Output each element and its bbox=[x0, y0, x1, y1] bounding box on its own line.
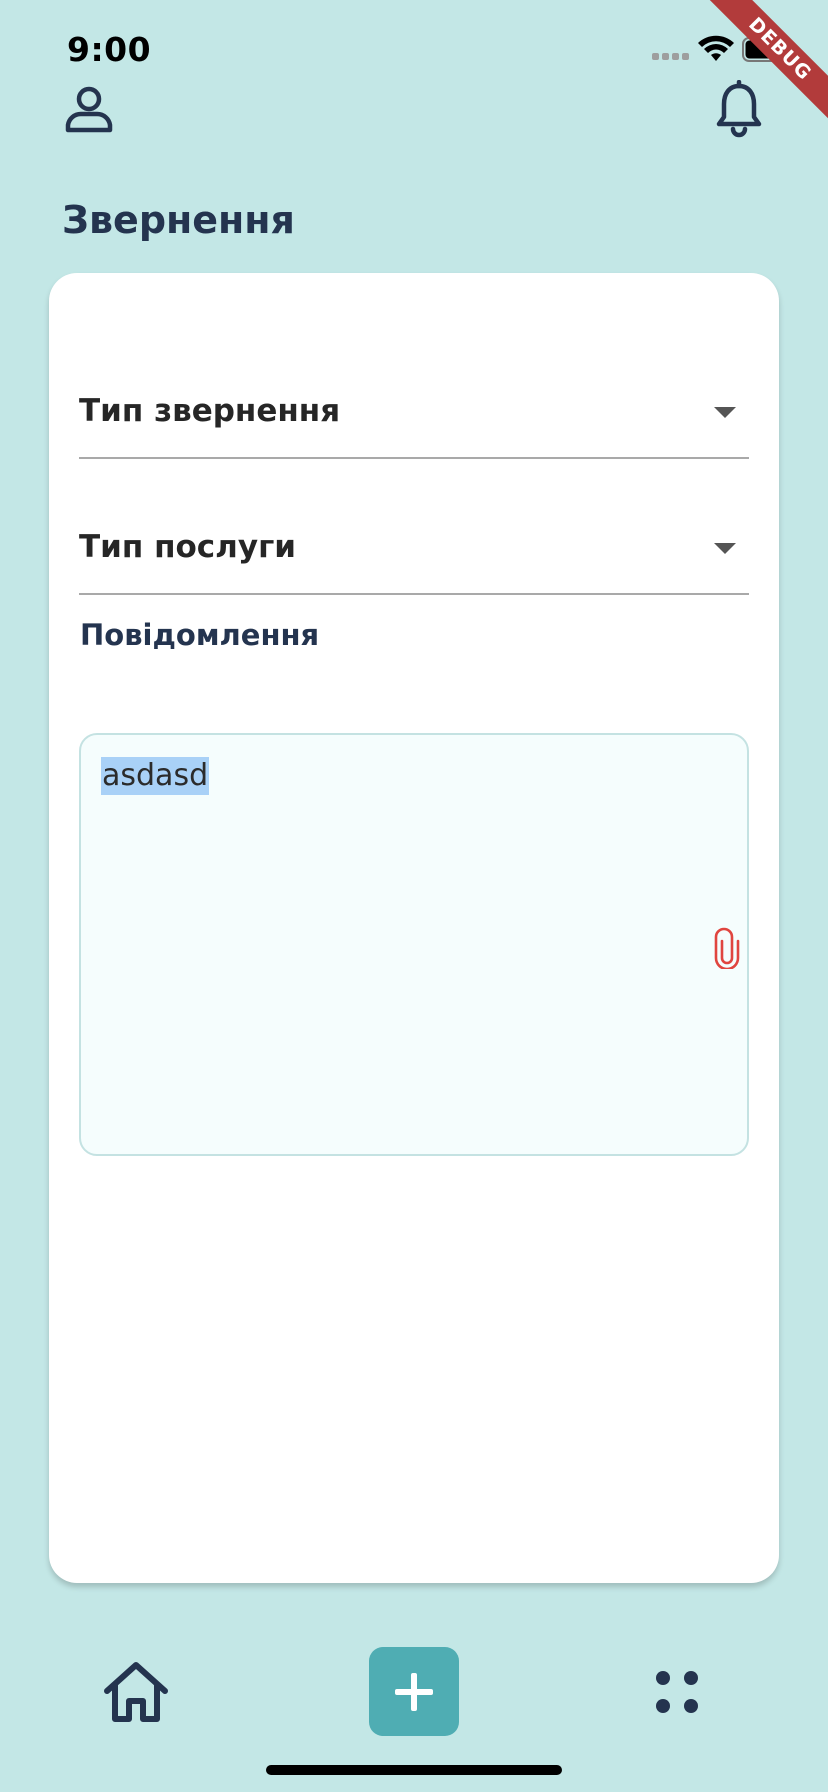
chevron-down-icon bbox=[714, 407, 736, 418]
message-label: Повідомлення bbox=[80, 618, 320, 652]
add-request-button[interactable] bbox=[369, 1647, 459, 1736]
chevron-down-icon bbox=[714, 543, 736, 554]
service-type-dropdown[interactable]: Тип послуги bbox=[79, 469, 749, 595]
request-type-dropdown[interactable]: Тип звернення bbox=[79, 333, 749, 459]
request-type-label: Тип звернення bbox=[79, 393, 341, 429]
request-form-card: Тип звернення Тип послуги Повідомлення a… bbox=[49, 273, 779, 1583]
menu-dots-icon[interactable] bbox=[656, 1671, 698, 1713]
service-type-label: Тип послуги bbox=[79, 529, 296, 565]
status-time: 9:00 bbox=[67, 30, 152, 69]
page-title: Звернення bbox=[62, 198, 295, 242]
profile-icon[interactable] bbox=[64, 84, 114, 134]
home-icon[interactable] bbox=[103, 1661, 169, 1723]
home-indicator bbox=[266, 1765, 562, 1775]
cellular-signal-icon bbox=[652, 53, 689, 60]
message-textarea[interactable]: asdasd bbox=[79, 733, 749, 1156]
paperclip-icon[interactable] bbox=[713, 927, 741, 969]
plus-icon bbox=[395, 1672, 433, 1711]
message-value[interactable]: asdasd bbox=[101, 757, 210, 795]
bell-icon[interactable] bbox=[714, 80, 764, 138]
